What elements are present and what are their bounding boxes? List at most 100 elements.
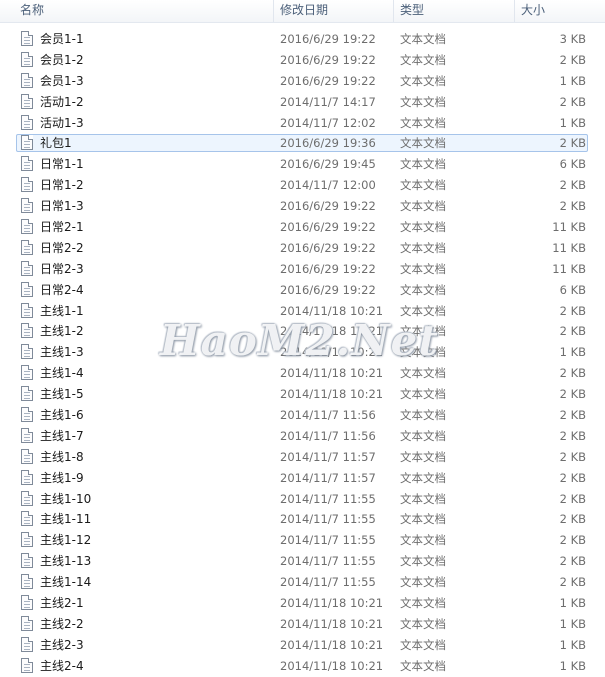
- file-row[interactable]: 日常1-2 2014/11/7 12:00 文本文档 2 KB: [0, 175, 605, 196]
- file-modified-date: 2016/6/29 19:36: [280, 136, 376, 151]
- text-document-icon: [21, 177, 33, 193]
- text-document-icon: [21, 407, 33, 423]
- text-document-icon: [21, 636, 33, 652]
- file-type: 文本文档: [400, 554, 446, 569]
- column-header-size[interactable]: 大小: [514, 0, 605, 22]
- text-document-icon: [21, 31, 33, 46]
- file-row[interactable]: 日常1-3 2016/6/29 19:22 文本文档 2 KB: [0, 196, 605, 217]
- file-row[interactable]: 礼包1 2016/6/29 19:36 文本文档 2 KB: [0, 133, 605, 154]
- file-name: 日常2-1: [40, 220, 84, 235]
- file-row[interactable]: 会员1-3 2016/6/29 19:22 文本文档 1 KB: [0, 71, 605, 92]
- file-row[interactable]: 主线1-5 2014/11/18 10:21 文本文档 2 KB: [0, 384, 605, 405]
- file-row[interactable]: 主线1-12 2014/11/7 11:55 文本文档 2 KB: [0, 530, 605, 551]
- file-name: 主线1-3: [40, 345, 84, 360]
- file-type: 文本文档: [400, 73, 446, 88]
- file-row[interactable]: 主线1-4 2014/11/18 10:21 文本文档 2 KB: [0, 363, 605, 384]
- file-name: 主线1-11: [40, 512, 92, 527]
- file-row[interactable]: 主线2-4 2014/11/18 10:21 文本文档 1 KB: [0, 656, 605, 677]
- file-modified-date: 2014/11/7 12:00: [280, 178, 376, 193]
- file-type: 文本文档: [400, 157, 446, 172]
- file-size: 2 KB: [559, 136, 586, 151]
- file-row[interactable]: 主线2-1 2014/11/18 10:21 文本文档 1 KB: [0, 593, 605, 614]
- file-row[interactable]: 主线1-8 2014/11/7 11:57 文本文档 2 KB: [0, 447, 605, 468]
- text-document-icon: [21, 156, 33, 172]
- file-size: 2 KB: [559, 387, 586, 402]
- file-modified-date: 2014/11/18 10:21: [280, 345, 384, 360]
- file-name: 主线1-8: [40, 449, 84, 464]
- file-modified-date: 2014/11/7 11:55: [280, 512, 376, 527]
- file-name: 主线1-5: [40, 387, 84, 402]
- file-modified-date: 2014/11/7 12:02: [280, 115, 376, 130]
- file-modified-date: 2014/11/7 11:55: [280, 554, 376, 569]
- file-size: 2 KB: [559, 178, 586, 193]
- file-row[interactable]: 日常1-1 2016/6/29 19:45 文本文档 6 KB: [0, 154, 605, 175]
- file-type: 文本文档: [400, 616, 446, 631]
- file-modified-date: 2014/11/7 11:56: [280, 408, 376, 423]
- text-document-icon: [21, 511, 33, 527]
- file-row[interactable]: 日常2-3 2016/6/29 19:22 文本文档 11 KB: [0, 259, 605, 280]
- file-name: 主线2-3: [40, 637, 84, 652]
- file-size: 6 KB: [559, 157, 586, 172]
- file-name: 主线2-1: [40, 596, 84, 611]
- text-document-icon: [21, 281, 33, 297]
- file-modified-date: 2016/6/29 19:22: [280, 73, 376, 88]
- file-type: 文本文档: [400, 52, 446, 67]
- file-type: 文本文档: [400, 324, 446, 339]
- file-row[interactable]: 主线1-3 2014/11/18 10:21 文本文档 1 KB: [0, 342, 605, 363]
- text-document-icon: [21, 448, 33, 464]
- file-row[interactable]: 会员1-2 2016/6/29 19:22 文本文档 2 KB: [0, 50, 605, 71]
- file-row[interactable]: 日常2-2 2016/6/29 19:22 文本文档 11 KB: [0, 238, 605, 259]
- file-type: 文本文档: [400, 220, 446, 235]
- file-name: 活动1-2: [40, 94, 84, 109]
- file-type: 文本文档: [400, 178, 446, 193]
- text-document-icon: [21, 72, 33, 88]
- file-size: 2 KB: [559, 324, 586, 339]
- file-name: 日常2-4: [40, 282, 84, 297]
- text-document-icon: [21, 239, 33, 255]
- file-size: 1 KB: [559, 658, 586, 673]
- text-document-icon: [21, 114, 33, 130]
- file-row[interactable]: 主线1-6 2014/11/7 11:56 文本文档 2 KB: [0, 405, 605, 426]
- file-row[interactable]: 主线1-14 2014/11/7 11:55 文本文档 2 KB: [0, 572, 605, 593]
- column-header-modified[interactable]: 修改日期: [273, 0, 393, 22]
- file-row[interactable]: 主线1-1 2014/11/18 10:21 文本文档 2 KB: [0, 301, 605, 322]
- file-size: 1 KB: [559, 616, 586, 631]
- file-type: 文本文档: [400, 387, 446, 402]
- file-row[interactable]: 主线1-11 2014/11/7 11:55 文本文档 2 KB: [0, 509, 605, 530]
- file-size: 2 KB: [559, 366, 586, 381]
- file-modified-date: 2016/6/29 19:22: [280, 261, 376, 276]
- file-modified-date: 2014/11/7 11:55: [280, 533, 376, 548]
- file-row[interactable]: 日常2-4 2016/6/29 19:22 文本文档 6 KB: [0, 280, 605, 301]
- file-row[interactable]: 日常2-1 2016/6/29 19:22 文本文档 11 KB: [0, 217, 605, 238]
- column-header-type[interactable]: 类型: [393, 0, 514, 22]
- file-modified-date: 2014/11/18 10:21: [280, 387, 384, 402]
- file-name: 主线1-7: [40, 428, 84, 443]
- text-document-icon: [21, 553, 33, 569]
- file-row[interactable]: 主线2-2 2014/11/18 10:21 文本文档 1 KB: [0, 614, 605, 635]
- file-row[interactable]: 主线1-10 2014/11/7 11:55 文本文档 2 KB: [0, 489, 605, 510]
- file-modified-date: 2014/11/18 10:21: [280, 658, 384, 673]
- file-size: 2 KB: [559, 533, 586, 548]
- file-type: 文本文档: [400, 596, 446, 611]
- text-document-icon: [21, 427, 33, 443]
- file-row[interactable]: 主线1-7 2014/11/7 11:56 文本文档 2 KB: [0, 426, 605, 447]
- file-row[interactable]: 活动1-3 2014/11/7 12:02 文本文档 1 KB: [0, 113, 605, 134]
- file-row[interactable]: 主线2-3 2014/11/18 10:21 文本文档 1 KB: [0, 635, 605, 656]
- file-type: 文本文档: [400, 282, 446, 297]
- file-modified-date: 2014/11/18 10:21: [280, 616, 384, 631]
- column-header-name[interactable]: 名称: [14, 0, 273, 22]
- file-name: 日常2-2: [40, 240, 84, 255]
- file-row[interactable]: 活动1-2 2014/11/7 14:17 文本文档 2 KB: [0, 92, 605, 113]
- file-size: 11 KB: [552, 240, 586, 255]
- file-modified-date: 2016/6/29 19:22: [280, 282, 376, 297]
- file-row[interactable]: 会员1-1 2016/6/29 19:22 文本文档 3 KB: [0, 29, 605, 50]
- file-modified-date: 2014/11/7 11:57: [280, 470, 376, 485]
- text-document-icon: [21, 302, 33, 318]
- text-document-icon: [21, 657, 33, 673]
- file-row[interactable]: 主线1-2 2014/11/18 10:21 文本文档 2 KB: [0, 321, 605, 342]
- file-row[interactable]: 主线1-13 2014/11/7 11:55 文本文档 2 KB: [0, 551, 605, 572]
- file-row[interactable]: 主线1-9 2014/11/7 11:57 文本文档 2 KB: [0, 468, 605, 489]
- file-modified-date: 2016/6/29 19:22: [280, 52, 376, 67]
- file-size: 2 KB: [559, 470, 586, 485]
- file-name: 会员1-3: [40, 73, 84, 88]
